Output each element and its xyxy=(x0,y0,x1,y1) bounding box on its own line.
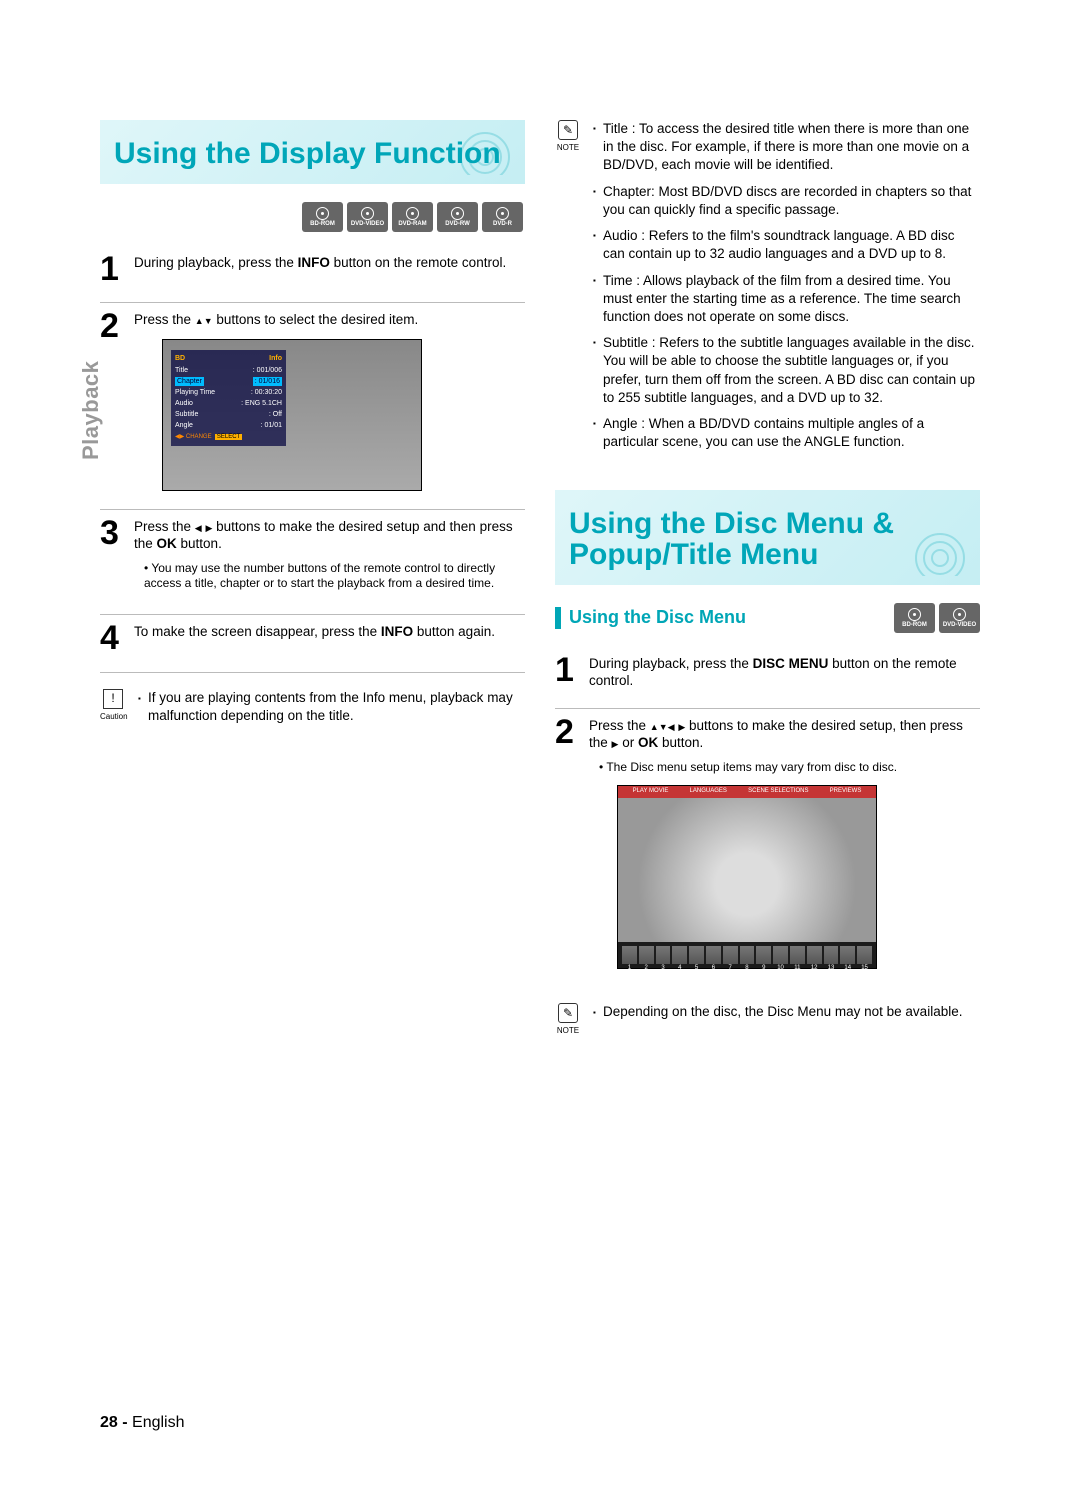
info-overlay-panel: BDInfo Title: 001/006 Chapter: 01/016 Pl… xyxy=(171,350,286,446)
section-title-text: Using the Disc Menu & Popup/Title Menu xyxy=(569,507,894,572)
chapter-thumb: 2 xyxy=(639,946,654,964)
left-column: Using the Display Function BD-ROM DVD-VI… xyxy=(100,120,525,1036)
step-3: 3 Press the buttons to make the desired … xyxy=(100,510,525,615)
step-number: 1 xyxy=(555,655,581,690)
chapter-thumb: 11 xyxy=(790,946,805,964)
disc-menu-screenshot: PLAY MOVIE LANGUAGES SCENE SELECTIONS PR… xyxy=(617,785,877,969)
chapter-thumb: 8 xyxy=(740,946,755,964)
chapter-thumb: 10 xyxy=(773,946,788,964)
note-item: Title : To access the desired title when… xyxy=(593,120,980,175)
note-label: NOTE xyxy=(555,142,581,153)
dm-step-1: 1 During playback, press the DISC MENU b… xyxy=(555,647,980,709)
concentric-deco-icon xyxy=(453,111,517,182)
concentric-deco-icon xyxy=(908,512,972,583)
format-badge: BD-ROM xyxy=(302,202,343,232)
note-item: Chapter: Most BD/DVD discs are recorded … xyxy=(593,183,980,219)
down-arrow-icon xyxy=(659,718,668,733)
subheading-using-disc-menu: Using the Disc Menu BD-ROM DVD-VIDEO xyxy=(555,603,980,633)
step-text: During playback, press the INFO button o… xyxy=(134,254,506,285)
step-number: 3 xyxy=(100,518,126,596)
disc-menu-item: LANGUAGES xyxy=(690,788,727,796)
note-icon: ✎ xyxy=(558,1003,578,1023)
chapter-thumb: 4 xyxy=(672,946,687,964)
format-badge: BD-ROM xyxy=(894,603,935,633)
step-text: Press the buttons to make the desired se… xyxy=(589,717,980,970)
caution-icon: ! xyxy=(103,689,123,709)
caution-label: Caution xyxy=(100,711,126,722)
disc-menu-item: PLAY MOVIE xyxy=(633,788,669,796)
note-icon: ✎ xyxy=(558,120,578,140)
disc-menu-item: PREVIEWS xyxy=(830,788,862,796)
step-1: 1 During playback, press the INFO button… xyxy=(100,246,525,304)
chapter-thumb: 5 xyxy=(689,946,704,964)
format-badge: DVD-R xyxy=(482,202,523,232)
note-item: Subtitle : Refers to the subtitle langua… xyxy=(593,334,980,407)
chapter-thumb: 1 xyxy=(622,946,637,964)
down-arrow-icon xyxy=(204,312,213,327)
chapter-thumb: 7 xyxy=(723,946,738,964)
up-arrow-icon xyxy=(650,718,659,733)
format-badge-row-1: BD-ROM DVD-VIDEO DVD-RAM DVD-RW DVD-R xyxy=(100,202,523,232)
step-4: 4 To make the screen disappear, press th… xyxy=(100,615,525,673)
dm-step-2: 2 Press the buttons to make the desired … xyxy=(555,709,980,988)
side-tab-playback: Playback xyxy=(78,361,104,460)
step-number: 1 xyxy=(100,254,126,285)
left-arrow-icon xyxy=(668,718,675,733)
left-arrow-icon xyxy=(195,519,202,534)
format-badge: DVD-VIDEO xyxy=(347,202,388,232)
step-2: 2 Press the buttons to select the desire… xyxy=(100,303,525,510)
step-text: Press the buttons to make the desired se… xyxy=(134,518,525,596)
chapter-thumb: 9 xyxy=(756,946,771,964)
format-badge: DVD-RW xyxy=(437,202,478,232)
disc-menu-item: SCENE SELECTIONS xyxy=(748,788,808,796)
chapter-thumb: 3 xyxy=(656,946,671,964)
subhead-bar-icon xyxy=(555,607,561,629)
step-sub-bullet: The Disc menu setup items may vary from … xyxy=(599,760,980,776)
step-text: To make the screen disappear, press the … xyxy=(134,623,495,654)
subhead-text: Using the Disc Menu xyxy=(569,607,746,628)
step-text: Press the buttons to select the desired … xyxy=(134,311,525,491)
caution-text: If you are playing contents from the Inf… xyxy=(138,689,525,727)
chapter-thumb: 6 xyxy=(706,946,721,964)
format-badge: DVD-VIDEO xyxy=(939,603,980,633)
note-item: Angle : When a BD/DVD contains multiple … xyxy=(593,415,980,451)
step-number: 2 xyxy=(555,717,581,970)
section-title-text: Using the Display Function xyxy=(114,137,501,170)
caution-block: ! Caution If you are playing contents fr… xyxy=(100,689,525,735)
format-badge: DVD-RAM xyxy=(392,202,433,232)
note-label: NOTE xyxy=(555,1025,581,1036)
chapter-thumb: 14 xyxy=(840,946,855,964)
step-number: 4 xyxy=(100,623,126,654)
note-block-bottom: ✎ NOTE Depending on the disc, the Disc M… xyxy=(555,1003,980,1036)
page-language: English xyxy=(132,1414,184,1431)
note-item: Time : Allows playback of the film from … xyxy=(593,272,980,327)
section-title-display: Using the Display Function xyxy=(100,120,525,184)
disc-menu-preview-image xyxy=(618,798,876,942)
page-footer: 28 - English xyxy=(100,1414,185,1432)
step-sub-bullet: You may use the number buttons of the re… xyxy=(144,561,525,592)
note-block-top: ✎ NOTE Title : To access the desired tit… xyxy=(555,120,980,460)
page-number: 28 - xyxy=(100,1414,128,1431)
chapter-thumb: 15 xyxy=(857,946,872,964)
right-column: ✎ NOTE Title : To access the desired tit… xyxy=(555,120,980,1036)
note-bullet-list: Title : To access the desired title when… xyxy=(593,120,980,460)
up-arrow-icon xyxy=(195,312,204,327)
chapter-thumb: 13 xyxy=(824,946,839,964)
note-item: Audio : Refers to the film's soundtrack … xyxy=(593,227,980,263)
disc-menu-tab-row: PLAY MOVIE LANGUAGES SCENE SELECTIONS PR… xyxy=(618,786,876,798)
page-body: Using the Display Function BD-ROM DVD-VI… xyxy=(0,0,1080,1096)
note-text: Depending on the disc, the Disc Menu may… xyxy=(593,1003,962,1022)
chapter-thumbnail-strip: 1 2 3 4 5 6 7 8 9 10 11 12 13 xyxy=(618,942,876,968)
section-title-discmenu: Using the Disc Menu & Popup/Title Menu xyxy=(555,490,980,585)
info-overlay-screenshot: BDInfo Title: 001/006 Chapter: 01/016 Pl… xyxy=(162,339,422,491)
step-text: During playback, press the DISC MENU but… xyxy=(589,655,980,690)
chapter-thumb: 12 xyxy=(807,946,822,964)
